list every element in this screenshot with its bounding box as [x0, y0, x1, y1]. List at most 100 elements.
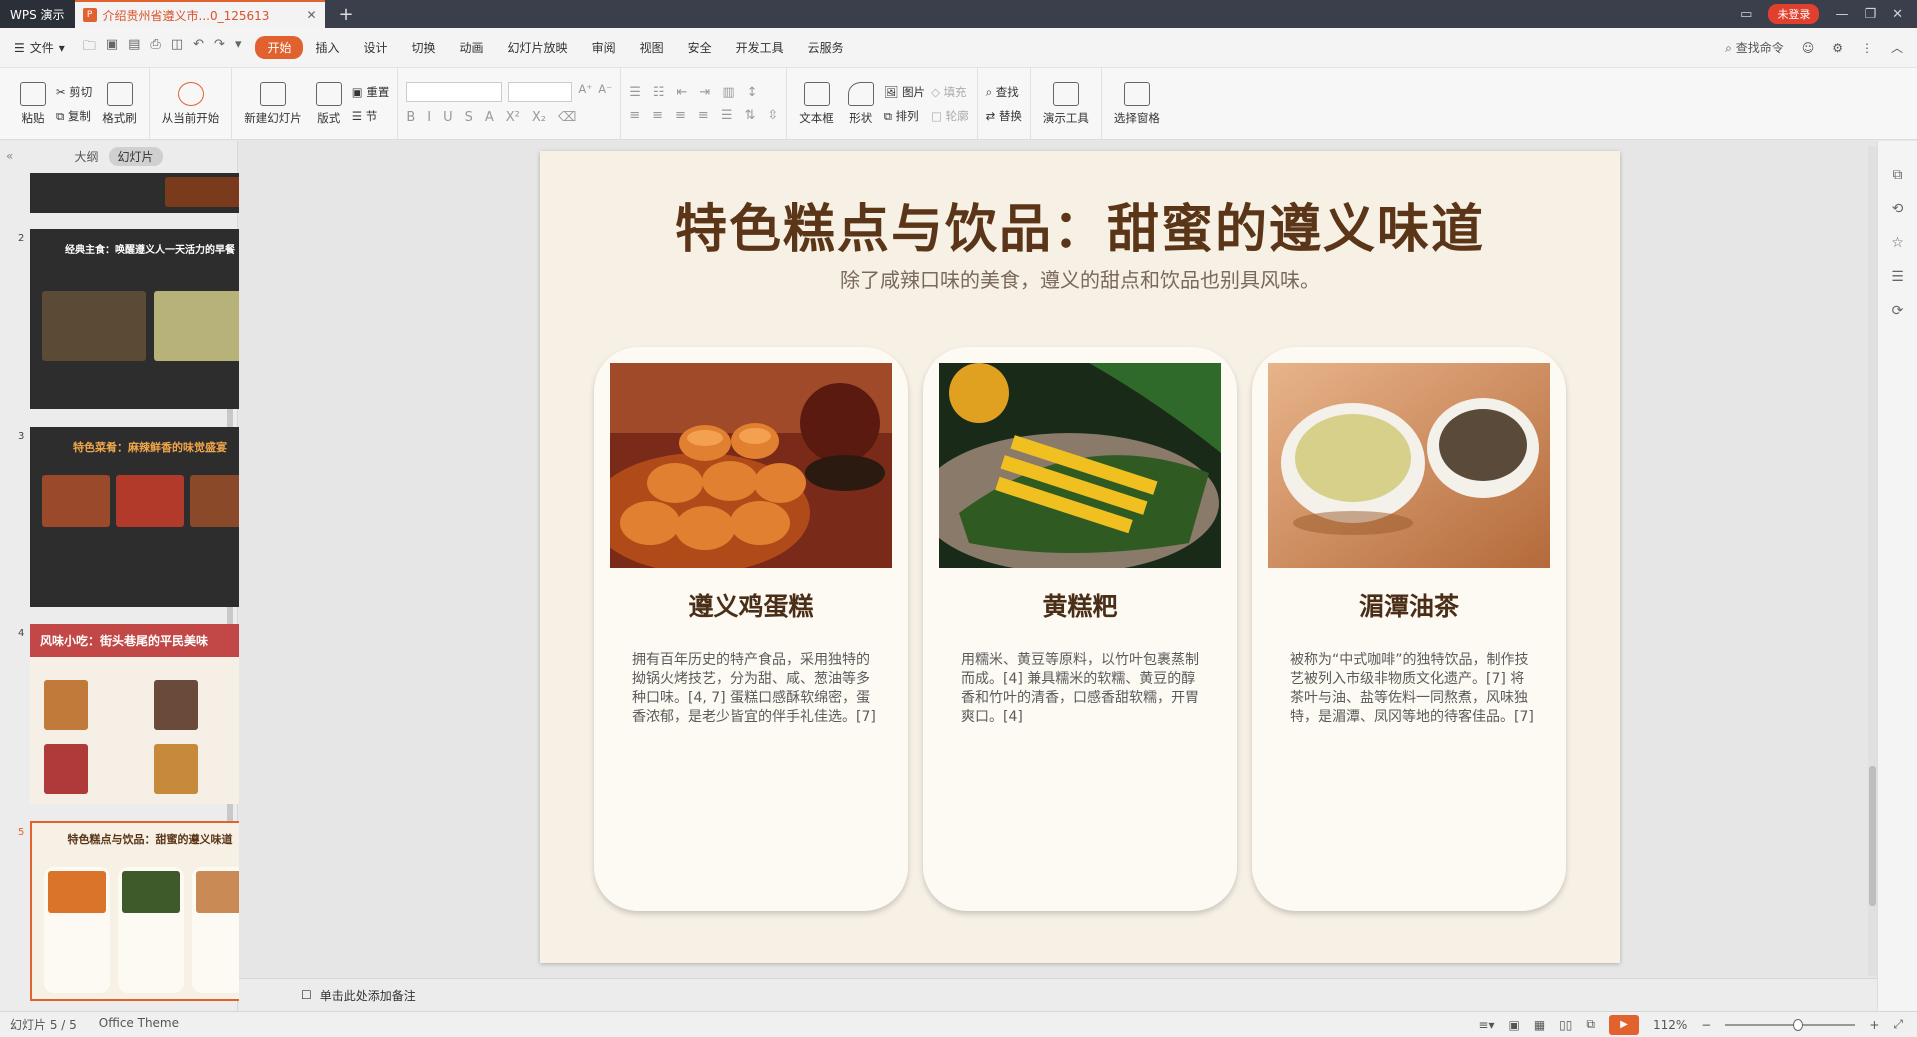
find-button[interactable]: ⌕ 查找: [986, 84, 1022, 100]
tab-transitions[interactable]: 切换: [400, 36, 448, 59]
login-button[interactable]: 未登录: [1768, 4, 1820, 24]
new-slide-button[interactable]: 新建幻灯片: [240, 81, 306, 126]
notes-pane[interactable]: ☐ 单击此处添加备注: [239, 978, 1877, 1011]
open-folder-icon[interactable]: 🗀: [83, 37, 96, 59]
card-meitan-oil-tea[interactable]: 湄潭油茶 被称为“中式咖啡”的独特饮品，制作技艺被列入市级非物质文化遗产。[7]…: [1252, 347, 1566, 911]
reading-view-icon[interactable]: ▯▯: [1559, 1018, 1572, 1032]
minimize-icon[interactable]: —: [1835, 7, 1848, 22]
tab-outline[interactable]: 大纲: [74, 148, 98, 165]
new-tab-icon[interactable]: +: [339, 4, 354, 25]
more-icon[interactable]: ⋮: [1861, 41, 1873, 55]
tab-animations[interactable]: 动画: [448, 36, 496, 59]
font-family-select[interactable]: [406, 82, 503, 102]
card-huanggaoba[interactable]: 黄糕粑 用糯米、黄豆等原料，以竹叶包裹蒸制而成。[4] 兼具糯米的软糯、黄豆的醇…: [923, 347, 1237, 911]
export-pdf-icon[interactable]: ▤: [128, 37, 140, 59]
align-center-icon[interactable]: ≡: [652, 108, 663, 123]
card-title[interactable]: 遵义鸡蛋糕: [594, 587, 908, 623]
tab-slideshow[interactable]: 幻灯片放映: [496, 36, 580, 59]
tab-view[interactable]: 视图: [628, 36, 676, 59]
increase-indent-icon[interactable]: ⇥: [699, 85, 710, 100]
tab-insert[interactable]: 插入: [303, 36, 351, 59]
document-tab[interactable]: P 介绍贵州省遵义市...0_125613 ✕: [74, 0, 325, 28]
slide-subtitle[interactable]: 除了咸辣口味的美食，遵义的甜点和饮品也别具风味。: [540, 264, 1620, 293]
history-icon[interactable]: ⟳: [1892, 303, 1904, 319]
font-color-icon[interactable]: A: [485, 110, 494, 125]
selection-pane-button[interactable]: 选择窗格: [1110, 81, 1164, 126]
fit-window-icon[interactable]: ⤢: [1893, 1017, 1903, 1032]
canvas-scrollbar[interactable]: [1868, 146, 1877, 976]
reset-button[interactable]: ▣ 重置: [352, 84, 390, 100]
undo-icon[interactable]: ↶: [193, 37, 204, 59]
bullets-icon[interactable]: ☰: [629, 85, 641, 100]
share-icon[interactable]: ⟲: [1892, 201, 1904, 217]
tab-design[interactable]: 设计: [352, 36, 400, 59]
grow-font-icon[interactable]: A⁺: [578, 82, 592, 102]
file-menu[interactable]: ☰ 文件 ▾: [0, 39, 75, 56]
window-layout-icon[interactable]: ▭: [1740, 7, 1752, 22]
strikethrough-icon[interactable]: S: [465, 110, 473, 125]
numbering-icon[interactable]: ☷: [653, 85, 665, 100]
zoom-slider[interactable]: [1725, 1018, 1856, 1031]
huanggaoba-photo[interactable]: [939, 363, 1221, 568]
tab-security[interactable]: 安全: [676, 36, 724, 59]
collapse-panel-icon[interactable]: «: [6, 149, 13, 163]
shape-button[interactable]: 形状: [844, 81, 878, 126]
zoom-out-icon[interactable]: −: [1701, 1018, 1711, 1032]
normal-view-icon[interactable]: ▣: [1508, 1018, 1519, 1032]
zoom-in-icon[interactable]: +: [1869, 1018, 1879, 1032]
current-slide[interactable]: 特色糕点与饮品：甜蜜的遵义味道 除了咸辣口味的美食，遵义的甜点和饮品也别具风味。…: [540, 151, 1620, 963]
close-window-icon[interactable]: ✕: [1892, 7, 1903, 22]
slide-thumbnail-1[interactable]: [30, 173, 270, 213]
gear-icon[interactable]: ⚙: [1832, 41, 1843, 55]
picture-button[interactable]: 🖼 图片: [884, 84, 925, 100]
subscript-icon[interactable]: X₂: [532, 110, 546, 125]
card-body[interactable]: 用糯米、黄豆等原料，以竹叶包裹蒸制而成。[4] 兼具糯米的软糯、黄豆的醇香和竹叶…: [961, 651, 1207, 727]
pin-icon[interactable]: ☆: [1891, 235, 1904, 251]
collapse-ribbon-icon[interactable]: ︿: [1891, 39, 1903, 56]
superscript-icon[interactable]: X²: [506, 110, 520, 125]
layout-button[interactable]: 版式: [312, 81, 346, 126]
search-command[interactable]: ⌕ 查找命令: [1725, 39, 1784, 56]
underline-icon[interactable]: U: [443, 110, 453, 125]
save-icon[interactable]: ▣: [106, 37, 118, 59]
customize-icon[interactable]: ▾: [235, 37, 242, 59]
outline-button[interactable]: □ 轮廓: [931, 108, 969, 124]
columns-icon[interactable]: ▥: [722, 85, 734, 100]
tab-cloud[interactable]: 云服务: [796, 36, 856, 59]
justify-icon[interactable]: ≡: [698, 108, 709, 123]
slide-thumbnail-3[interactable]: 特色菜肴：麻辣鲜香的味觉盛宴: [30, 427, 270, 607]
egg-cake-photo[interactable]: [610, 363, 892, 568]
notes-toggle-icon[interactable]: ≡▾: [1478, 1018, 1494, 1032]
close-tab-icon[interactable]: ✕: [306, 8, 316, 22]
paste-button[interactable]: 粘贴: [16, 81, 50, 126]
shrink-font-icon[interactable]: A⁻: [598, 82, 612, 102]
presenter-view-icon[interactable]: ⧉: [1586, 1017, 1595, 1032]
tab-review[interactable]: 审阅: [580, 36, 628, 59]
settings-sliders-icon[interactable]: ☰: [1891, 269, 1904, 285]
property-icon[interactable]: ⧉: [1893, 167, 1903, 183]
slide-thumbnail-4[interactable]: 风味小吃：街头巷尾的平民美味: [30, 624, 270, 804]
slide-sorter-icon[interactable]: ▦: [1534, 1018, 1545, 1032]
wps-home-tab[interactable]: WPS 演示: [0, 0, 75, 28]
fill-button[interactable]: ◇ 填充: [931, 84, 969, 100]
line-spacing-icon[interactable]: ↕: [747, 85, 758, 100]
play-from-current-button[interactable]: 从当前开始: [158, 81, 224, 126]
textbox-button[interactable]: 文本框: [795, 81, 838, 126]
restore-icon[interactable]: ❐: [1864, 7, 1876, 22]
distribute-icon[interactable]: ☰: [721, 108, 733, 123]
align-text-icon[interactable]: ⇳: [767, 108, 778, 123]
align-right-icon[interactable]: ≡: [675, 108, 686, 123]
present-tools-button[interactable]: 演示工具: [1039, 81, 1093, 126]
slide-thumbnail-5[interactable]: 特色糕点与饮品：甜蜜的遵义味道: [30, 821, 270, 1001]
decrease-indent-icon[interactable]: ⇤: [677, 85, 688, 100]
text-direction-icon[interactable]: ⇅: [744, 108, 755, 123]
card-egg-cake[interactable]: 遵义鸡蛋糕 拥有百年历史的特产食品，采用独特的拗锅火烤技艺，分为甜、咸、葱油等多…: [594, 347, 908, 911]
tab-slides[interactable]: 幻灯片: [108, 146, 163, 166]
tab-developer[interactable]: 开发工具: [724, 36, 796, 59]
font-size-select[interactable]: [508, 82, 573, 102]
card-body[interactable]: 被称为“中式咖啡”的独特饮品，制作技艺被列入市级非物质文化遗产。[7] 将茶叶与…: [1290, 651, 1536, 727]
align-left-icon[interactable]: ≡: [629, 108, 640, 123]
slide-title[interactable]: 特色糕点与饮品：甜蜜的遵义味道: [540, 187, 1620, 262]
arrange-button[interactable]: ⧉ 排列: [884, 108, 925, 124]
notes-placeholder[interactable]: 单击此处添加备注: [320, 987, 416, 1004]
